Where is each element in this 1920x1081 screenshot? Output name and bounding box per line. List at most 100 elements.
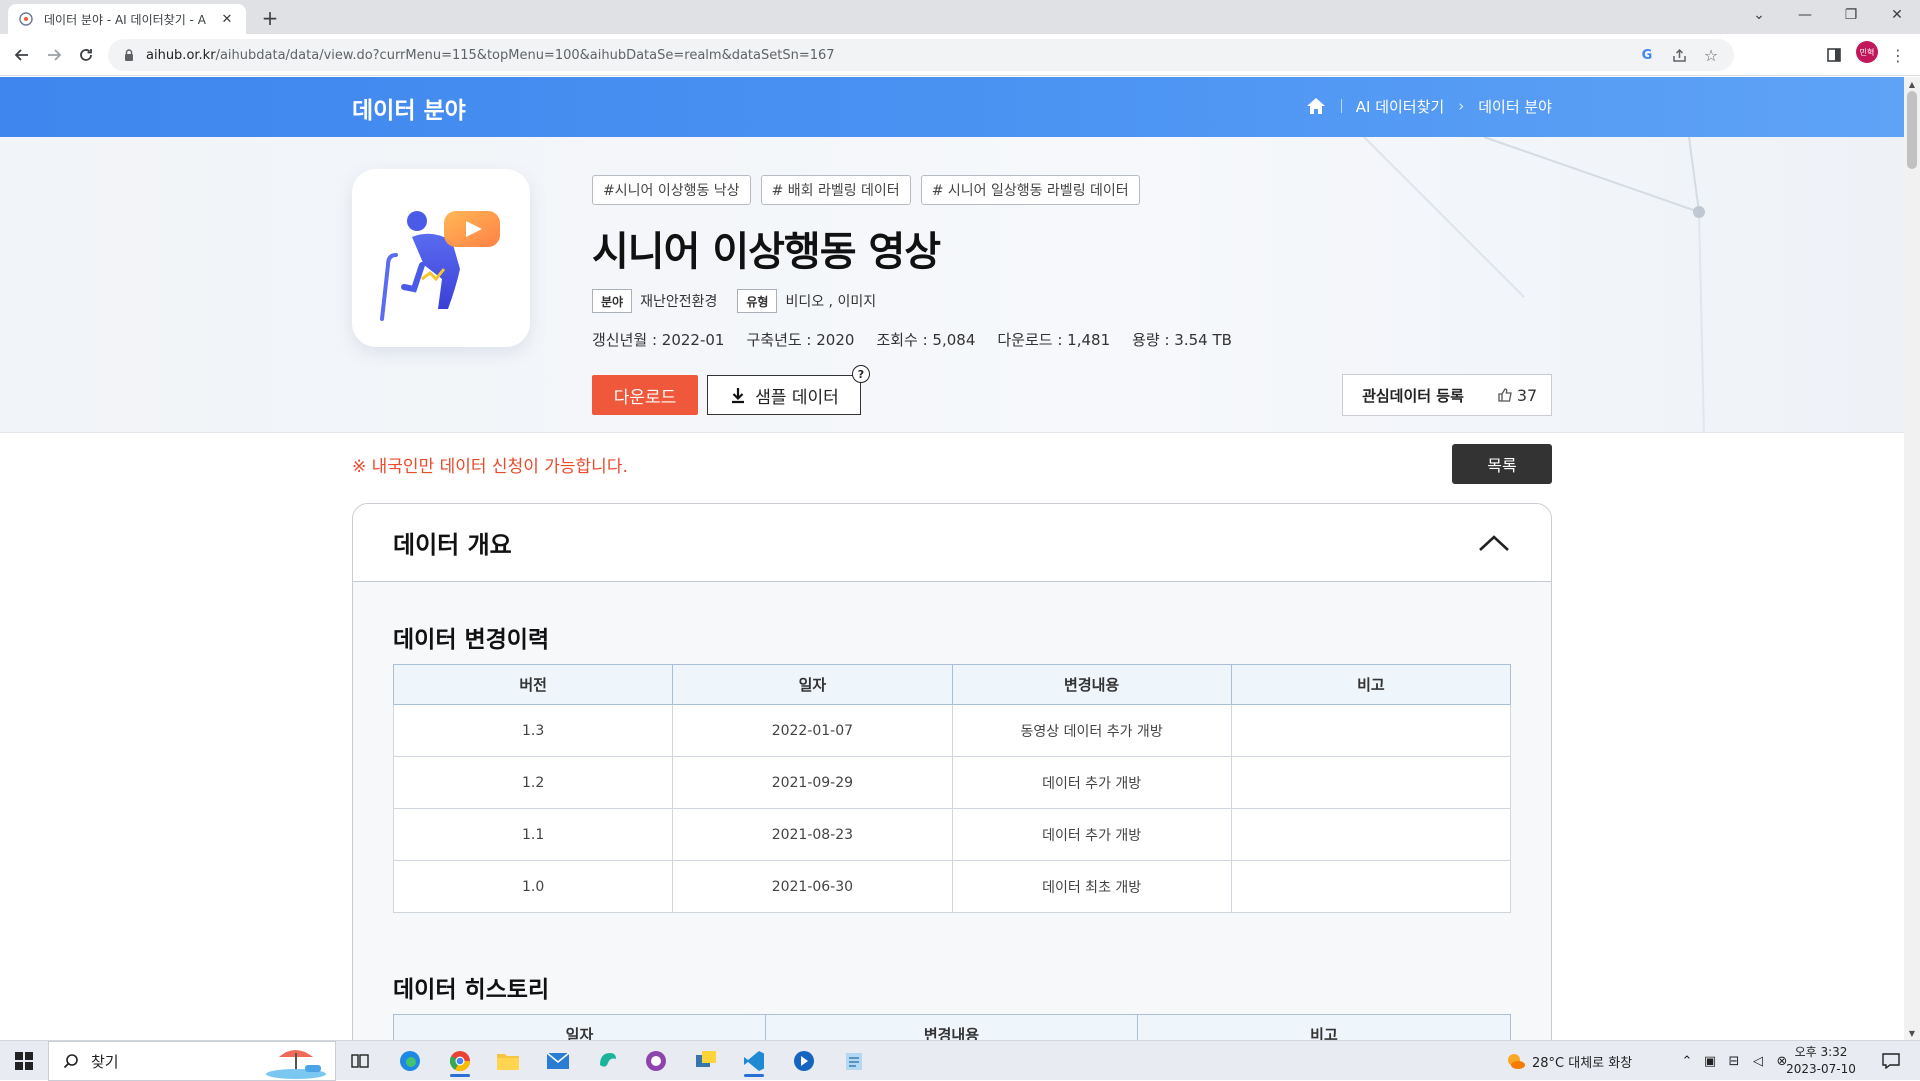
data-history-title: 데이터 히스토리: [393, 977, 550, 1003]
chevron-up-tray-icon[interactable]: ⌃: [1676, 1054, 1698, 1069]
chevron-up-icon[interactable]: [1477, 533, 1511, 553]
camera-icon[interactable]: ▣: [1698, 1054, 1722, 1069]
table-cell: 1.1: [392, 808, 674, 861]
edge-browser-icon[interactable]: [390, 1045, 430, 1077]
tab-search-icon[interactable]: ⌄: [1736, 0, 1782, 30]
table-row: 1.3 2022-01-07 동영상 데이터 추가 개방: [392, 704, 1512, 757]
reload-button[interactable]: [72, 41, 100, 69]
clock-time: 오후 3:32: [1794, 1045, 1848, 1059]
new-tab-button[interactable]: +: [258, 6, 282, 30]
address-bar[interactable]: aihub.or.kr/aihubdata/data/view.do?currM…: [108, 39, 1734, 71]
help-icon[interactable]: ?: [852, 365, 870, 383]
close-window-button[interactable]: ✕: [1874, 0, 1920, 30]
notifications-icon[interactable]: [1876, 1041, 1906, 1081]
sourcetree-icon[interactable]: [588, 1045, 628, 1077]
minimize-button[interactable]: —: [1782, 0, 1828, 30]
tab-title: 데이터 분야 - AI 데이터찾기 - A: [44, 12, 206, 27]
taskbar-search-box[interactable]: 찾기: [48, 1041, 336, 1081]
section-header-bar: 데이터 분야 AI 데이터찾기 › 데이터 분야: [0, 77, 1904, 137]
network-icon[interactable]: ⊟: [1722, 1054, 1746, 1069]
table-cell: [1230, 704, 1512, 757]
side-panel-icon[interactable]: [1820, 41, 1848, 69]
table-cell: 1.0: [392, 860, 674, 913]
beach-umbrella-icon: [266, 1050, 326, 1079]
file-explorer-icon[interactable]: [488, 1045, 528, 1077]
section-title: 데이터 분야: [352, 98, 466, 124]
bookmark-star-icon[interactable]: ☆: [1700, 44, 1722, 66]
chevron-right-icon: ›: [1458, 97, 1465, 115]
table-cell: 2021-09-29: [672, 756, 953, 809]
domestic-only-notice: ※ 내국인만 데이터 신청이 가능합니다.: [352, 457, 628, 477]
column-header: 일자: [672, 664, 953, 705]
windows-start-button[interactable]: [0, 1041, 48, 1081]
list-button[interactable]: 목록: [1452, 444, 1552, 484]
google-translate-icon[interactable]: G: [1636, 44, 1658, 66]
browser-menu-icon[interactable]: ⋮: [1884, 41, 1912, 69]
dataset-tag[interactable]: # 배회 라벨링 데이터: [760, 175, 911, 205]
notepad-icon[interactable]: [834, 1045, 874, 1077]
search-icon: [63, 1054, 78, 1069]
table-row: 1.1 2021-08-23 데이터 추가 개방: [392, 808, 1512, 861]
close-tab-icon[interactable]: ✕: [218, 10, 236, 28]
column-header: 변경내용: [764, 1014, 1138, 1040]
overview-header[interactable]: 데이터 개요: [353, 504, 1551, 582]
github-desktop-icon[interactable]: [636, 1045, 676, 1077]
chrome-browser-icon[interactable]: [440, 1045, 480, 1077]
scroll-up-arrow-icon[interactable]: ▲: [1904, 77, 1920, 91]
weather-widget[interactable]: 28°C 대체로 화창: [1504, 1041, 1632, 1081]
dataset-tags: #시니어 이상행동 낙상 # 배회 라벨링 데이터 # 시니어 일상행동 라벨링…: [592, 175, 1140, 205]
sample-data-button[interactable]: 샘플 데이터: [707, 375, 861, 415]
vscode-icon[interactable]: [734, 1045, 774, 1077]
lock-icon: [125, 49, 133, 61]
forward-button[interactable]: [40, 41, 68, 69]
home-icon[interactable]: [1305, 95, 1327, 117]
table-cell: 데이터 추가 개방: [951, 756, 1232, 809]
table-header-row: 일자 변경내용 비고: [393, 1014, 1512, 1040]
table-cell: 2021-08-23: [672, 808, 953, 861]
type-badge: 유형: [737, 289, 778, 313]
site-favicon-icon: [18, 11, 34, 27]
blue-app-icon[interactable]: [784, 1045, 824, 1077]
weather-text: 28°C 대체로 화창: [1532, 1055, 1633, 1071]
favorite-register-button[interactable]: 관심데이터 등록: [1343, 385, 1483, 406]
like-button[interactable]: 37: [1483, 386, 1551, 405]
url-host: aihub.or.kr: [146, 47, 216, 63]
breadcrumb-ai-data-search[interactable]: AI 데이터찾기: [1356, 96, 1444, 117]
breadcrumb-data-field[interactable]: 데이터 분야: [1478, 96, 1552, 117]
sample-data-label: 샘플 데이터: [755, 387, 839, 408]
share-icon[interactable]: [1668, 44, 1690, 66]
python-idle-icon[interactable]: [686, 1045, 726, 1077]
back-button[interactable]: [8, 41, 36, 69]
restore-button[interactable]: ❐: [1828, 0, 1874, 30]
task-view-icon[interactable]: [340, 1045, 380, 1077]
dataset-thumbnail: [352, 169, 530, 347]
search-placeholder: 찾기: [91, 1052, 119, 1071]
windows-taskbar: 찾기 28°C 대체로 화창 ⌃ ▣ ⊟ ◁ ⊗ 오후 3:32 2023-07…: [0, 1040, 1920, 1081]
browser-toolbar: aihub.or.kr/aihubdata/data/view.do?currM…: [0, 34, 1920, 76]
page-viewport: 데이터 분야 AI 데이터찾기 › 데이터 분야 #시니어 이상행동 낙상 # …: [0, 77, 1904, 1040]
dataset-meta: 분야 재난안전환경 유형 비디오 , 이미지: [592, 289, 896, 313]
url-path: /aihubdata/data/view.do?currMenu=115&top…: [215, 47, 835, 63]
profile-avatar[interactable]: 민혁: [1856, 41, 1878, 63]
volume-muted-icon[interactable]: ◁: [1746, 1054, 1770, 1069]
change-history-table: 버전 일자 변경내용 비고 1.3 2022-01-07 동영상 데이터 추가 …: [392, 664, 1512, 913]
table-cell: 데이터 추가 개방: [951, 808, 1232, 861]
download-button[interactable]: 다운로드: [592, 375, 698, 415]
taskbar-clock[interactable]: 오후 3:32 2023-07-10: [1778, 1044, 1864, 1078]
type-value: 비디오 , 이미지: [785, 294, 877, 310]
senior-fall-icon: [380, 211, 500, 321]
table-row: 1.2 2021-09-29 데이터 추가 개방: [392, 756, 1512, 809]
table-cell: 2022-01-07: [672, 704, 953, 757]
browser-tab[interactable]: 데이터 분야 - AI 데이터찾기 - A ✕: [8, 4, 246, 34]
clock-date: 2023-07-10: [1786, 1062, 1856, 1076]
change-history-title: 데이터 변경이력: [393, 627, 550, 653]
field-badge: 분야: [592, 289, 633, 313]
dataset-tag[interactable]: #시니어 이상행동 낙상: [592, 175, 751, 205]
scroll-down-arrow-icon[interactable]: ▼: [1904, 1026, 1920, 1040]
page-scrollbar[interactable]: ▲ ▼: [1904, 77, 1920, 1040]
dataset-tag[interactable]: # 시니어 일상행동 라벨링 데이터: [920, 175, 1140, 205]
column-header: 비고: [1136, 1014, 1512, 1040]
scrollbar-thumb[interactable]: [1907, 91, 1917, 169]
mail-icon[interactable]: [538, 1045, 578, 1077]
column-header: 일자: [393, 1014, 766, 1040]
